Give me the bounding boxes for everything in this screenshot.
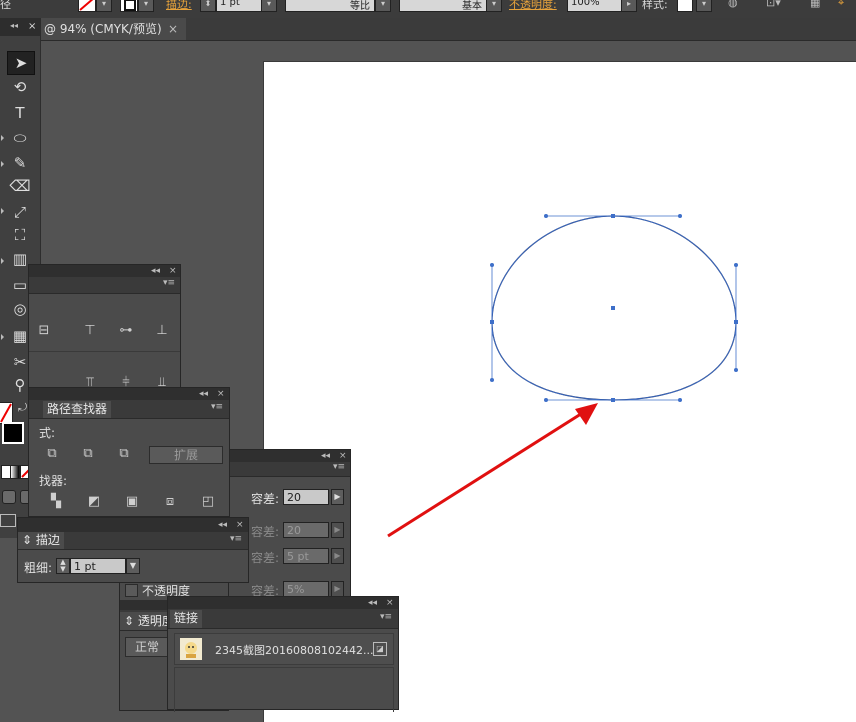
pathfinder-tab[interactable]: 路径查找器: [43, 401, 112, 418]
unite-icon[interactable]: ⧉: [43, 446, 61, 462]
divide-icon[interactable]: ▚: [47, 494, 65, 510]
tools-panel-header: ◂◂ ×: [0, 18, 40, 36]
gradient-mode-icon[interactable]: [10, 465, 20, 479]
tool-flyout-indicator: [1, 334, 4, 340]
align-close-button[interactable]: ×: [169, 265, 177, 277]
trim-icon[interactable]: ◩: [85, 494, 103, 510]
link-status-icon[interactable]: ◪: [373, 642, 387, 656]
tolerance-collapse-button[interactable]: ◂◂: [321, 450, 330, 462]
tool-flyout-indicator: [1, 161, 4, 167]
fill-color-box[interactable]: [0, 402, 13, 424]
stroke-color-box[interactable]: [2, 422, 24, 444]
links-panel-menu[interactable]: ▾≡: [380, 612, 392, 622]
screen-mode-icon[interactable]: [0, 514, 16, 527]
link-thumbnail-image: [185, 642, 197, 658]
stroke-collapse-button[interactable]: ◂◂: [218, 519, 227, 531]
links-panel: ◂◂ × 链接 ▾≡ 2345截图20160808102442... ◪: [167, 596, 399, 712]
tool-flyout-indicator: [1, 258, 4, 264]
tolerance-label: 容差:: [251, 492, 280, 506]
tolerance-label-3: 容差:: [251, 551, 280, 565]
tolerance-panel-tabbar: ▾≡: [229, 462, 350, 477]
pathfinder-collapse-button[interactable]: ◂◂: [199, 388, 208, 400]
shape-modes-label: 式:: [39, 426, 56, 440]
link-name: 2345截图20160808102442...: [215, 644, 374, 657]
align-panel-tabbar: ▾≡: [29, 277, 180, 294]
tolerance-panel-menu[interactable]: ▾≡: [333, 462, 345, 472]
links-list-area: [174, 667, 394, 712]
tool-flyout-indicator: [1, 208, 4, 214]
eraser-tool-icon[interactable]: ⌫: [7, 175, 33, 197]
stroke-panel-tabbar: ⇕ 描边 ▾≡: [18, 532, 248, 550]
align-bottom-icon[interactable]: ⊥: [153, 323, 171, 339]
lasso-tool-icon[interactable]: ⟲: [7, 76, 33, 98]
ellipse-tool-icon[interactable]: ⬭: [7, 127, 33, 149]
stroke-weight-stepper[interactable]: ▲ ▼: [56, 558, 70, 574]
crop-icon[interactable]: ⧈: [161, 494, 179, 510]
expand-button[interactable]: 扩展: [149, 446, 223, 464]
links-tab[interactable]: 链接: [170, 610, 203, 628]
swap-colors-icon[interactable]: ⤾: [18, 401, 27, 415]
pathfinder-panel-menu[interactable]: ▾≡: [211, 402, 223, 412]
links-collapse-button[interactable]: ◂◂: [368, 597, 377, 609]
pathfinder-panel: ◂◂ × 路径查找器 ▾≡ 式: ⧉ ⧉ ⧉ 扩展 找器: ▚ ◩ ▣ ⧈ ◰: [28, 387, 230, 517]
tool-flyout-indicator: [1, 135, 4, 141]
align-top-icon[interactable]: ⊤: [81, 323, 99, 339]
align-collapse-button[interactable]: ◂◂: [151, 265, 160, 277]
tolerance-panel-header: ◂◂ ×: [229, 450, 350, 462]
free-transform-tool-icon[interactable]: ⛶: [7, 224, 33, 246]
stroke-weight-label: 粗细:: [24, 561, 53, 575]
tolerance-dropdown-3[interactable]: ▶: [331, 548, 344, 564]
stroke-panel-weight-input[interactable]: 1 pt: [70, 558, 126, 574]
align-panel-menu[interactable]: ▾≡: [163, 278, 175, 288]
stroke-panel-menu[interactable]: ▾≡: [230, 534, 242, 544]
stroke-panel: ◂◂ × ⇕ 描边 ▾≡ 粗细: ▲ ▼ 1 pt ▼: [17, 517, 249, 583]
tools-collapse-button[interactable]: ◂◂: [10, 21, 18, 30]
link-thumbnail: [180, 638, 202, 660]
stroke-panel-header: ◂◂ ×: [18, 518, 248, 532]
scale-tool-icon[interactable]: ⤢: [7, 201, 33, 223]
align-left-icon[interactable]: ⊟: [35, 323, 53, 339]
tolerance-input-2[interactable]: 20: [283, 522, 329, 538]
stroke-panel-weight-dropdown[interactable]: ▼: [126, 558, 140, 574]
merge-icon[interactable]: ▣: [123, 494, 141, 510]
annotation-arrow: [387, 403, 598, 538]
blend-mode-select[interactable]: 正常: [125, 637, 169, 657]
links-close-button[interactable]: ×: [386, 597, 394, 609]
tolerance-dropdown-4[interactable]: ▶: [331, 581, 344, 597]
minus-front-icon[interactable]: ⧉: [79, 446, 97, 462]
pathfinders-label: 找器:: [39, 474, 68, 488]
opacity-mask-checkbox[interactable]: [125, 584, 138, 597]
tools-close-button[interactable]: ×: [28, 21, 36, 32]
align-vcenter-icon[interactable]: ⊶: [117, 323, 135, 339]
link-list-item[interactable]: 2345截图20160808102442... ◪: [174, 633, 394, 665]
align-panel: ◂◂ × ▾≡ ⊟ ⊤ ⊶ ⊥ ⫪ ⫩ ⫫: [28, 264, 181, 394]
tolerance-input[interactable]: 20: [283, 489, 329, 505]
tolerance-dropdown-2[interactable]: ▶: [331, 522, 344, 538]
pencil-tool-icon[interactable]: ✎: [7, 152, 33, 174]
draw-normal-icon[interactable]: [2, 490, 16, 504]
pathfinder-panel-header: ◂◂ ×: [29, 388, 229, 400]
stroke-tab-label: 描边: [35, 533, 60, 547]
align-panel-header: ◂◂ ×: [29, 265, 180, 277]
selection-tool-icon[interactable]: ➤: [7, 51, 35, 75]
links-panel-header: ◂◂ ×: [168, 597, 398, 609]
align-divider: [29, 351, 180, 352]
tolerance-label-2: 容差:: [251, 525, 280, 539]
pathfinder-close-button[interactable]: ×: [217, 388, 225, 400]
intersect-icon[interactable]: ⧉: [115, 446, 133, 462]
type-tool-icon[interactable]: T: [7, 102, 33, 124]
tolerance-close-button[interactable]: ×: [339, 450, 347, 462]
links-panel-tabbar: 链接 ▾≡: [168, 609, 398, 629]
tolerance-input-3[interactable]: 5 pt: [283, 548, 329, 564]
stroke-tab[interactable]: ⇕ 描边: [18, 532, 64, 549]
no-fill-icon: [0, 403, 12, 423]
stroke-close-button[interactable]: ×: [236, 519, 244, 531]
tolerance-dropdown[interactable]: ▶: [331, 489, 344, 505]
tolerance-input-4[interactable]: 5%: [283, 581, 329, 597]
anchor-points[interactable]: [490, 214, 738, 402]
pathfinder-panel-tabbar: 路径查找器 ▾≡: [29, 400, 229, 419]
outline-icon[interactable]: ◰: [199, 494, 217, 510]
